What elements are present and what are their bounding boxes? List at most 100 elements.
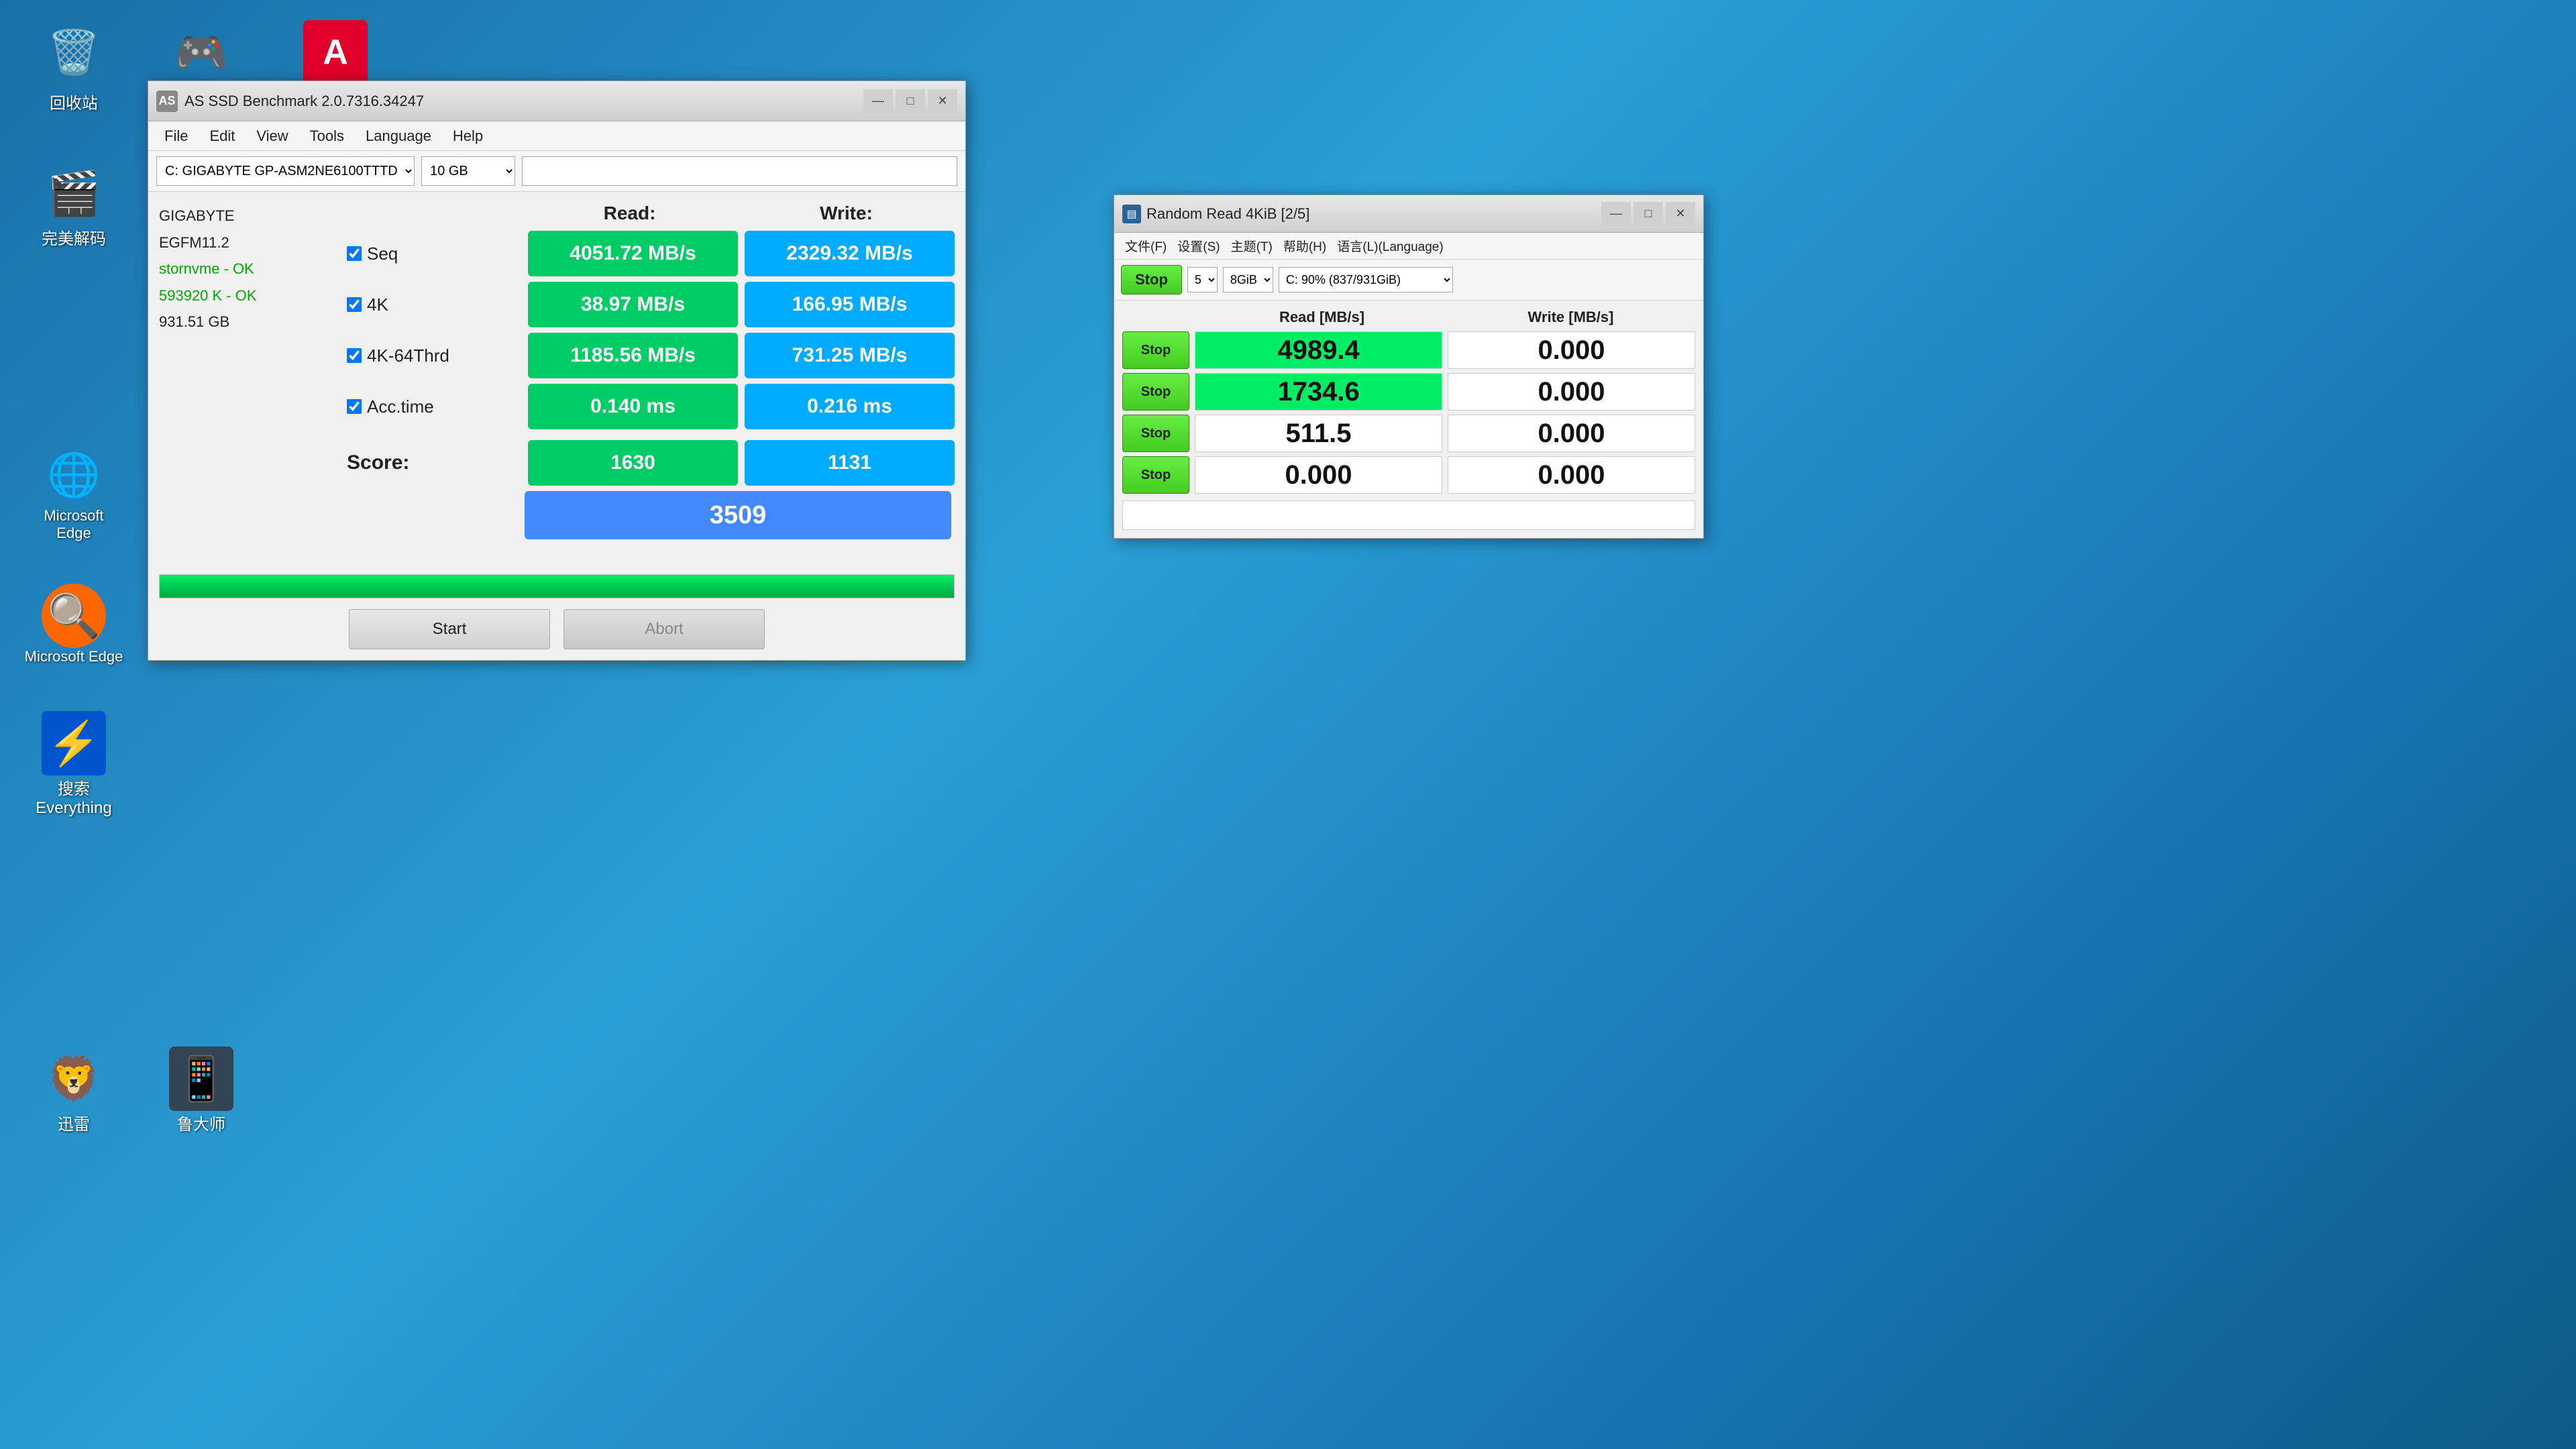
menu-tools[interactable]: Tools (299, 125, 355, 148)
4k-checkbox[interactable] (347, 297, 362, 312)
as-ssd-titlebar: AS AS SSD Benchmark 2.0.7316.34247 — □ ✕ (148, 81, 965, 121)
progress-text (159, 553, 955, 572)
recycle-label: 回收站 (50, 90, 98, 113)
rand-stop-btn-3[interactable]: Stop (1122, 415, 1189, 452)
rand-stop-btn-4[interactable]: Stop (1122, 456, 1189, 494)
rand-menu-help[interactable]: 帮助(H) (1278, 235, 1332, 256)
edge-label: MicrosoftEdge (44, 507, 103, 542)
acctime-write-value: 0.216 ms (745, 384, 955, 429)
rand-stop-btn-2[interactable]: Stop (1122, 373, 1189, 411)
start-button[interactable]: Start (349, 609, 550, 649)
menu-edit[interactable]: Edit (199, 125, 246, 148)
rand-minimize-button[interactable]: — (1601, 202, 1631, 226)
desktop-icon-xunlei[interactable]: ⚡ 搜索Everything (20, 711, 127, 818)
rand-count-select[interactable]: 5 (1187, 267, 1218, 292)
custom-path-input[interactable] (522, 156, 957, 186)
rand-stop-btn-1[interactable]: Stop (1122, 331, 1189, 369)
rand-read-window: ▤ Random Read 4KiB [2/5] — □ ✕ 文件(F) 设置(… (1114, 195, 1704, 539)
seq-write-value: 2329.32 MB/s (745, 231, 955, 276)
seq-checkbox[interactable] (347, 246, 362, 261)
rand-row-3: Stop 511.5 0.000 (1122, 415, 1695, 452)
drive-model: GIGABYTE (159, 203, 333, 229)
4k64-read-value: 1185.56 MB/s (528, 333, 738, 378)
rand-title: Random Read 4KiB [2/5] (1146, 205, 1601, 223)
rand-read-val-3: 511.5 (1195, 415, 1442, 452)
rand-row-1: Stop 4989.4 0.000 (1122, 331, 1695, 369)
rand-read-val-4: 0.000 (1195, 456, 1442, 494)
ludashi-label: 迅雷 (58, 1111, 90, 1134)
4k64-write-value: 731.25 MB/s (745, 333, 955, 378)
4k-write-value: 166.95 MB/s (745, 282, 955, 327)
drive-select[interactable]: C: GIGABYTE GP-ASM2NE6100TTTD (156, 156, 415, 186)
rand-maximize-button[interactable]: □ (1633, 202, 1663, 226)
4k-row: 4K 38.97 MB/s 166.95 MB/s (347, 282, 955, 327)
read-header: Read: (521, 203, 738, 224)
menu-help[interactable]: Help (442, 125, 494, 148)
rand-read-header: Read [MB/s] (1197, 309, 1446, 326)
as-ssd-icon: AS (156, 91, 178, 112)
rand-drive-select[interactable]: C: 90% (837/931GiB) (1279, 267, 1453, 292)
decoder-label: 完美解码 (42, 225, 106, 249)
as-ssd-close-button[interactable]: ✕ (928, 89, 957, 113)
rand-size-select[interactable]: 8GiB (1223, 267, 1273, 292)
rand-write-val-1: 0.000 (1448, 331, 1695, 369)
nightgod-icon: 📱 (169, 1046, 233, 1111)
seq-row: Seq 4051.72 MB/s 2329.32 MB/s (347, 231, 955, 276)
edge-icon: 🌐 (42, 443, 106, 507)
as-ssd-minimize-button[interactable]: — (863, 89, 893, 113)
desktop-icon-nightgod[interactable]: 📱 鲁大师 (148, 1046, 255, 1134)
desktop-icon-everything[interactable]: 🔍 Microsoft Edge (20, 584, 127, 665)
acctime-checkbox[interactable] (347, 399, 362, 414)
abort-button[interactable]: Abort (564, 609, 765, 649)
rand-menu-theme[interactable]: 主题(T) (1226, 235, 1278, 256)
as-ssd-title: AS SSD Benchmark 2.0.7316.34247 (184, 93, 863, 110)
rand-write-val-2: 0.000 (1448, 373, 1695, 411)
score-row: Score: 1630 1131 (347, 440, 955, 486)
everything-icon: 🔍 (42, 584, 106, 648)
menu-view[interactable]: View (246, 125, 299, 148)
decoder-icon: 🎬 (42, 161, 106, 225)
progress-bar-bg (159, 574, 955, 598)
drive-info-panel: GIGABYTE EGFM11.2 stornvme - OK 593920 K… (159, 203, 333, 539)
desktop-icon-ludashi[interactable]: 🦁 迅雷 (20, 1046, 127, 1134)
score-total-value: 3509 (525, 491, 951, 539)
score-write-value: 1131 (745, 440, 955, 486)
button-row: Start Abort (159, 609, 955, 649)
menu-file[interactable]: File (154, 125, 199, 148)
rand-row-2: Stop 1734.6 0.000 (1122, 373, 1695, 411)
benchmark-results: Read: Write: Seq 4051.72 MB/s 2329.32 MB… (347, 203, 955, 539)
drive-firmware: EGFM11.2 (159, 229, 333, 256)
4k-label: 4K (367, 294, 388, 315)
rand-main-stop-button[interactable]: Stop (1121, 265, 1182, 294)
size-select[interactable]: 10 GB (421, 156, 515, 186)
rand-menu-language[interactable]: 语言(L)(Language) (1332, 235, 1448, 256)
rand-menu-settings[interactable]: 设置(S) (1172, 235, 1225, 256)
rand-close-button[interactable]: ✕ (1666, 202, 1695, 226)
as-ssd-maximize-button[interactable]: □ (896, 89, 925, 113)
4k64-row: 4K-64Thrd 1185.56 MB/s 731.25 MB/s (347, 333, 955, 378)
menu-language[interactable]: Language (355, 125, 442, 148)
rand-progress-area (1122, 500, 1695, 530)
progress-bar-fill (160, 575, 954, 598)
column-headers: Read: Write: (347, 203, 955, 224)
rand-controls: — □ ✕ (1601, 202, 1695, 226)
rand-content: Read [MB/s] Write [MB/s] Stop 4989.4 0.0… (1114, 301, 1703, 538)
adobe-icon: A (303, 20, 368, 85)
as-ssd-content: GIGABYTE EGFM11.2 stornvme - OK 593920 K… (148, 192, 965, 660)
seq-read-value: 4051.72 MB/s (528, 231, 738, 276)
acctime-read-value: 0.140 ms (528, 384, 738, 429)
4k64-checkbox[interactable] (347, 348, 362, 363)
rand-write-val-3: 0.000 (1448, 415, 1695, 452)
desktop-icon-recycle[interactable]: 🗑️ 回收站 (20, 20, 127, 113)
games-icon: 🎮 (169, 20, 233, 85)
rand-write-val-4: 0.000 (1448, 456, 1695, 494)
xunlei-label: 搜索Everything (20, 775, 127, 818)
desktop-icon-edge[interactable]: 🌐 MicrosoftEdge (20, 443, 127, 542)
ludashi-icon: 🦁 (42, 1046, 106, 1111)
rand-menu-file[interactable]: 文件(F) (1120, 235, 1172, 256)
acctime-row: Acc.time 0.140 ms 0.216 ms (347, 384, 955, 429)
desktop-icon-decoder[interactable]: 🎬 完美解码 (20, 161, 127, 249)
everything-label: Microsoft Edge (25, 648, 123, 665)
acctime-label: Acc.time (367, 396, 434, 417)
rand-col-headers: Read [MB/s] Write [MB/s] (1122, 309, 1695, 326)
